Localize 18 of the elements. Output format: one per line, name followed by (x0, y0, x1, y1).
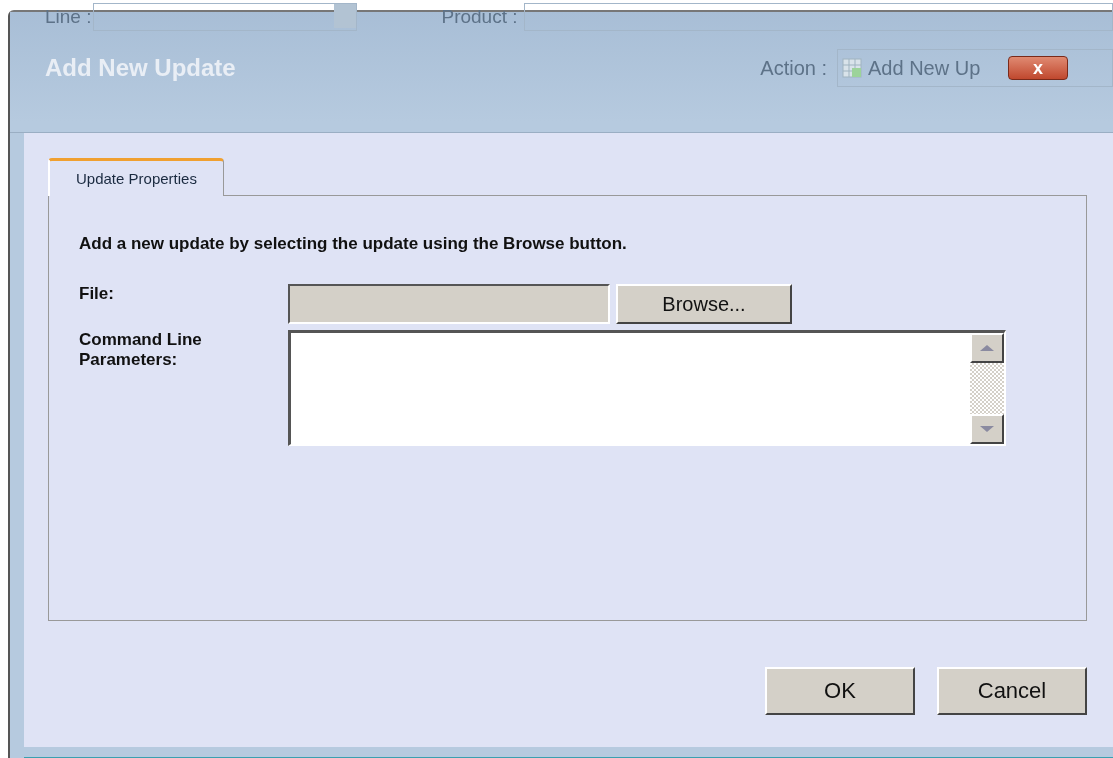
action-value: Add New Up (868, 56, 981, 80)
scroll-down-icon[interactable] (970, 414, 1004, 444)
instructions-text: Add a new update by selecting the update using the Browse button. (79, 234, 628, 254)
close-button[interactable]: x (1008, 56, 1068, 80)
field-label: File: (79, 284, 115, 305)
ok-button[interactable]: OK (765, 667, 915, 715)
browse-button[interactable]: Browse... (616, 284, 792, 324)
line-label: Line : (45, 6, 92, 28)
table-add-icon (842, 58, 862, 78)
parameters-field[interactable] (288, 330, 1006, 446)
tab[interactable]: Update Properties (48, 158, 224, 196)
file-field[interactable] (288, 284, 610, 324)
product-label: Product : (441, 6, 518, 28)
field-label: Command Line Parameters: (79, 330, 203, 371)
cancel-button[interactable]: Cancel (937, 667, 1087, 715)
dialog-title: Add New Update (45, 54, 236, 82)
action-label: Action : (760, 56, 827, 80)
scroll-up-icon[interactable] (970, 333, 1004, 363)
